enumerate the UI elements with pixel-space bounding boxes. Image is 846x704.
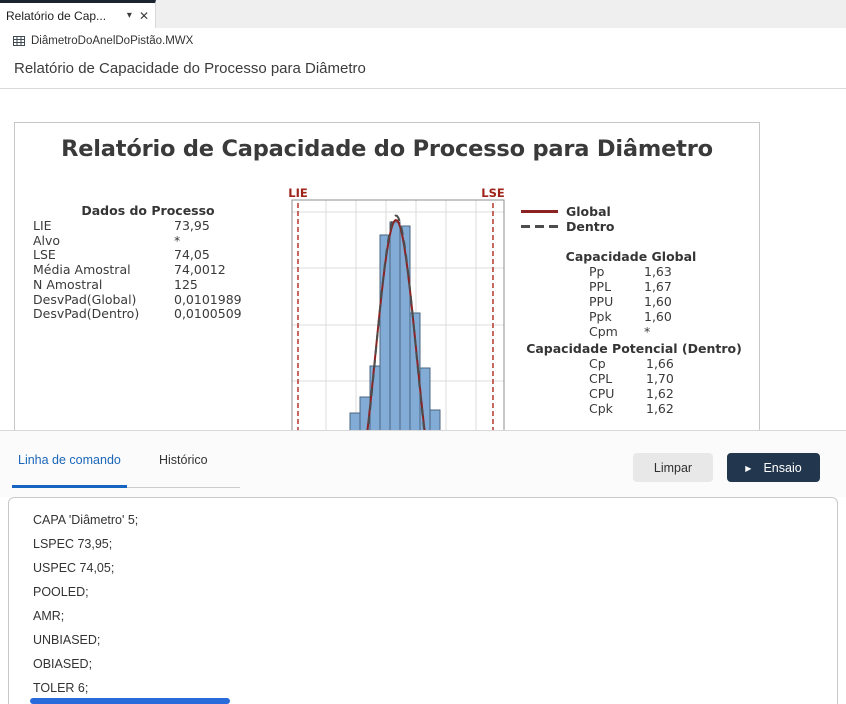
page-title: Relatório de Capacidade do Processo para…: [14, 60, 366, 77]
stat-row: Pp1,63: [521, 264, 741, 279]
stat-row: N Amostral125: [33, 278, 263, 293]
chart-legend: Global Dentro: [521, 204, 614, 234]
command-lines: CAPA 'Diâmetro' 5;LSPEC 73,95;USPEC 74,0…: [33, 508, 837, 700]
document-tab-bar: Relatório de Cap... ▾ ✕: [0, 0, 846, 28]
overall-capability-panel: Capacidade Global Pp1,63PPL1,67PPU1,60Pp…: [521, 249, 741, 339]
stat-row: CPL1,70: [521, 371, 747, 386]
stat-row: PPL1,67: [521, 279, 741, 294]
stat-row: Ppk1,60: [521, 309, 741, 324]
run-button[interactable]: ▶ Ensaio: [727, 453, 820, 482]
legend-label: Dentro: [566, 219, 614, 234]
command-input-area[interactable]: CAPA 'Diâmetro' 5;LSPEC 73,95;USPEC 74,0…: [8, 497, 838, 704]
app-window: Relatório de Cap... ▾ ✕ DiâmetroDoAnelDo…: [0, 0, 846, 704]
command-line: TOLER 6;: [33, 676, 837, 700]
within-capability-title: Capacidade Potencial (Dentro): [521, 341, 747, 356]
report-document-tab[interactable]: Relatório de Cap... ▾ ✕: [0, 0, 156, 28]
header-divider: [0, 88, 846, 89]
worksheet-link[interactable]: DiâmetroDoAnelDoPistão.MWX: [13, 35, 193, 47]
clear-button-label: Limpar: [654, 461, 692, 475]
solid-line-swatch: [521, 210, 558, 213]
stat-row: LIE73,95: [33, 219, 263, 234]
process-data-title: Dados do Processo: [33, 203, 263, 218]
process-data-panel: Dados do Processo LIE73,95Alvo*LSE74,05M…: [33, 203, 263, 322]
close-icon[interactable]: ✕: [139, 9, 149, 23]
report-title: Relatório de Capacidade do Processo para…: [15, 136, 759, 162]
stat-row: LSE74,05: [33, 248, 263, 263]
stat-row: Alvo*: [33, 234, 263, 249]
command-toolbar: Linha de comando Histórico Limpar ▶ Ensa…: [0, 430, 846, 497]
stat-row: Cp1,66: [521, 356, 747, 371]
overall-capability-title: Capacidade Global: [521, 249, 741, 264]
stat-row: Cpk1,62: [521, 401, 747, 416]
run-button-label: Ensaio: [763, 461, 801, 475]
tab-title: Relatório de Cap...: [6, 9, 123, 23]
command-line: UNBIASED;: [33, 628, 837, 652]
horizontal-scrollbar[interactable]: [30, 698, 230, 704]
play-icon: ▶: [745, 464, 751, 473]
command-line: POOLED;: [33, 580, 837, 604]
tab-history[interactable]: Histórico: [159, 453, 208, 467]
stat-row: PPU1,60: [521, 294, 741, 309]
within-capability-panel: Capacidade Potencial (Dentro) Cp1,66CPL1…: [521, 341, 747, 416]
svg-text:LIE: LIE: [288, 186, 308, 200]
worksheet-name: DiâmetroDoAnelDoPistão.MWX: [31, 35, 193, 47]
overall-capability-rows: Pp1,63PPL1,67PPU1,60Ppk1,60Cpm*: [521, 264, 741, 339]
stat-row: DesvPad(Global)0,0101989: [33, 293, 263, 308]
legend-item-global: Global: [521, 204, 614, 219]
stat-row: CPU1,62: [521, 386, 747, 401]
command-line: OBIASED;: [33, 652, 837, 676]
legend-item-dentro: Dentro: [521, 219, 614, 234]
command-line: AMR;: [33, 604, 837, 628]
dashed-line-swatch: [521, 225, 558, 228]
svg-text:LSE: LSE: [481, 186, 505, 200]
tab-command-line[interactable]: Linha de comando: [18, 453, 121, 467]
stat-row: DesvPad(Dentro)0,0100509: [33, 307, 263, 322]
report-canvas: Relatório de Capacidade do Processo para…: [14, 122, 762, 430]
within-capability-rows: Cp1,66CPL1,70CPU1,62Cpk1,62: [521, 356, 747, 416]
command-line: CAPA 'Diâmetro' 5;: [33, 508, 837, 532]
process-data-rows: LIE73,95Alvo*LSE74,05Média Amostral74,00…: [33, 219, 263, 322]
active-tab-indicator: [12, 485, 127, 488]
command-line: USPEC 74,05;: [33, 556, 837, 580]
command-line: LSPEC 73,95;: [33, 532, 837, 556]
clear-button[interactable]: Limpar: [633, 453, 713, 482]
legend-label: Global: [566, 204, 611, 219]
worksheet-grid-icon: [13, 35, 25, 47]
stat-row: Cpm*: [521, 324, 741, 339]
capability-report-card: Relatório de Capacidade do Processo para…: [14, 122, 760, 430]
stat-row: Média Amostral74,0012: [33, 263, 263, 278]
chevron-down-icon[interactable]: ▾: [127, 10, 132, 21]
